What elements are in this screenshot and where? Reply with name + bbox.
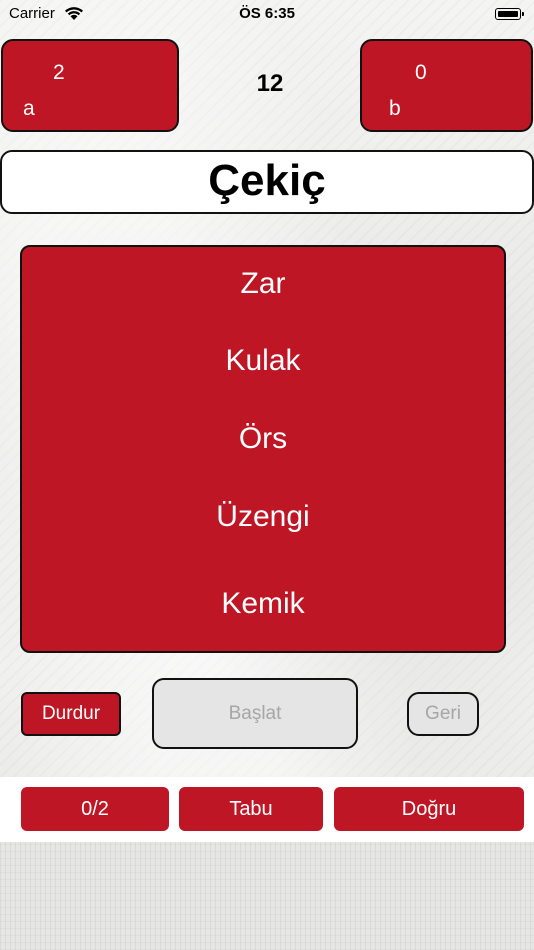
start-button[interactable]: Başlat <box>152 678 358 749</box>
team-b-score: 0 <box>415 61 427 84</box>
stop-button[interactable]: Durdur <box>21 692 121 736</box>
bottom-background <box>0 842 534 950</box>
team-a-score: 2 <box>53 61 65 84</box>
taboo-button[interactable]: Tabu <box>179 787 323 831</box>
taboo-word: Zar <box>240 267 286 300</box>
taboo-words-card: Zar Kulak Örs Üzengi Kemik <box>20 245 506 653</box>
countdown-timer: 12 <box>256 70 284 97</box>
taboo-word: Kulak <box>225 344 301 377</box>
taboo-word: Üzengi <box>216 500 310 533</box>
taboo-word: Kemik <box>221 587 305 620</box>
bottom-action-bar: 0/2 Tabu Doğru <box>0 777 534 842</box>
team-a-panel: 2 a <box>1 39 179 132</box>
team-b-name: b <box>389 97 401 120</box>
correct-button[interactable]: Doğru <box>334 787 524 831</box>
current-word: Çekiç <box>0 150 534 214</box>
team-b-panel: 0 b <box>360 39 533 132</box>
team-a-name: a <box>23 97 35 120</box>
clock: ÖS 6:35 <box>239 5 295 22</box>
back-button[interactable]: Geri <box>407 692 479 736</box>
pass-count-button[interactable]: 0/2 <box>21 787 169 831</box>
status-bar: Carrier ÖS 6:35 <box>0 0 534 28</box>
taboo-word: Örs <box>238 422 288 455</box>
battery-icon <box>495 8 524 20</box>
